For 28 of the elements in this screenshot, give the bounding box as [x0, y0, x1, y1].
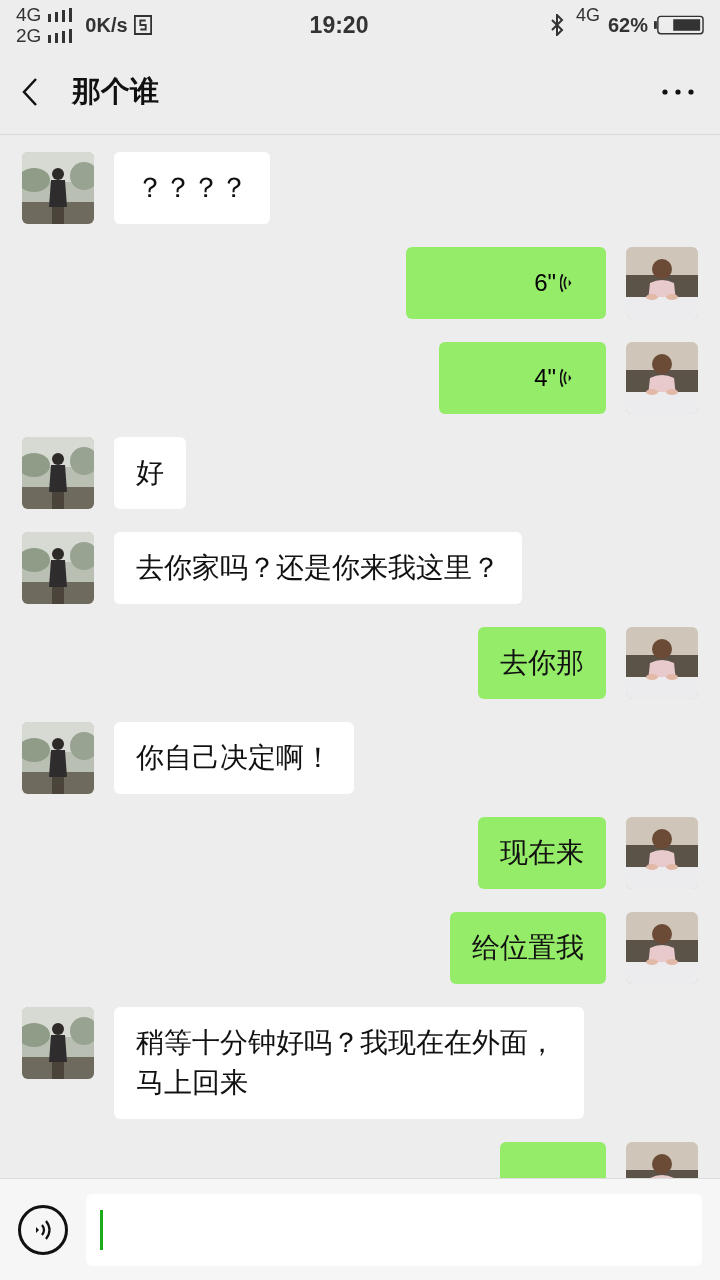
message-bubble: 好	[114, 437, 186, 509]
clock-time: 19:20	[309, 10, 369, 40]
battery-icon	[654, 15, 704, 35]
message-bubble: 给位置我	[450, 912, 606, 984]
message-bubble: 稍等十分钟好吗？我现在在外面，马上回来	[114, 1007, 584, 1119]
back-icon	[22, 77, 38, 107]
message-bubble: 去你家吗？还是你来我这里？	[114, 532, 522, 604]
network-label: 4G	[16, 4, 42, 25]
voice-wave-icon	[560, 272, 574, 294]
speed-text: 0K/s	[85, 13, 128, 38]
voice-message[interactable]: 4"	[439, 342, 606, 414]
signal-icon	[47, 28, 74, 43]
voice-input-button[interactable]	[18, 1204, 68, 1255]
more-icon	[662, 89, 694, 95]
signal-icon	[47, 7, 74, 22]
message-bubble: 现在来	[478, 817, 606, 889]
voice-wave-icon	[560, 367, 574, 389]
message-input-field[interactable]	[86, 1193, 702, 1266]
message-bubble: 去你那	[478, 627, 606, 699]
network-label: 2G	[16, 25, 42, 46]
data-type-label: 4G	[575, 6, 600, 24]
sim-icon	[133, 15, 152, 35]
message-bubble: ？？？？	[114, 152, 270, 224]
battery-percent: 62%	[607, 13, 648, 38]
voice-message[interactable]: 6"	[406, 247, 606, 319]
bluetooth-icon	[549, 14, 564, 36]
chat-title: 那个谁	[72, 74, 159, 110]
message-bubble: 你自己决定啊！	[114, 722, 354, 794]
